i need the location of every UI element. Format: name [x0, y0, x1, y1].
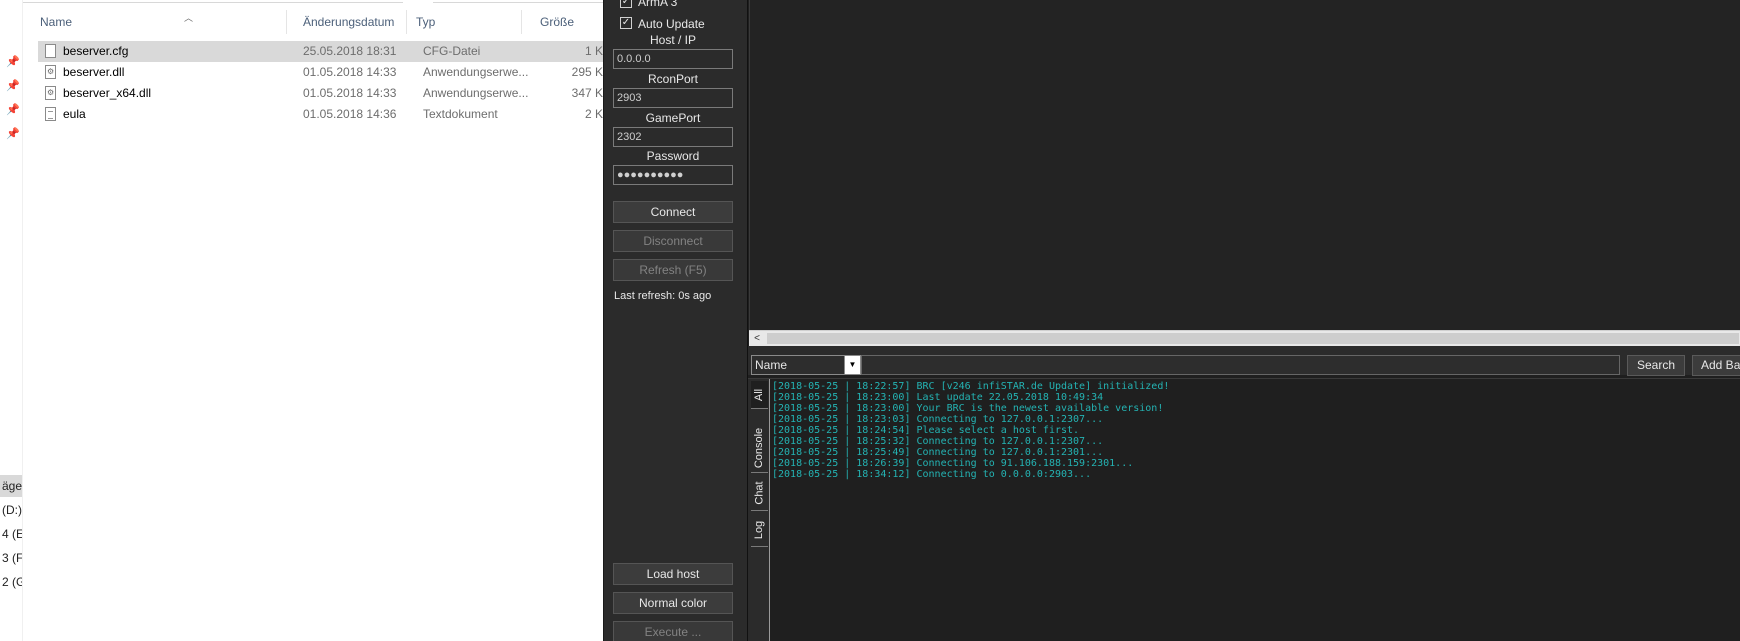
- nav-item-drive[interactable]: 3 (F: [0, 547, 22, 569]
- column-type[interactable]: Typ: [410, 10, 522, 34]
- tab-console-label: Console: [753, 427, 766, 468]
- tab-console[interactable]: Console: [751, 423, 768, 473]
- file-date: 25.05.2018 18:31: [303, 44, 397, 58]
- file-row[interactable]: eula 01.05.2018 14:36 Textdokument 2 K: [38, 104, 603, 125]
- search-field-select[interactable]: Name ▼: [751, 355, 861, 375]
- file-row[interactable]: beserver.dll 01.05.2018 14:33 Anwendungs…: [38, 62, 603, 83]
- pin-icon[interactable]: 📌: [6, 104, 20, 116]
- nav-item-drive[interactable]: 2 (G: [0, 571, 22, 593]
- file-date: 01.05.2018 14:33: [303, 86, 397, 100]
- tab-log[interactable]: Log: [751, 513, 768, 547]
- password-field[interactable]: ●●●●●●●●●●: [613, 165, 733, 185]
- file-name: eula: [63, 107, 86, 121]
- log-line: [2018-05-25 | 18:23:00] Last update 22.0…: [772, 392, 1104, 403]
- nav-item-drive[interactable]: 4 (E: [0, 523, 22, 545]
- auto-update-label: Auto Update: [638, 17, 705, 31]
- normal-color-button[interactable]: Normal color: [613, 592, 733, 614]
- search-button[interactable]: Search: [1627, 355, 1685, 376]
- file-name: beserver.dll: [63, 65, 125, 79]
- load-host-button[interactable]: Load host: [613, 563, 733, 585]
- tab-all-label: All: [753, 388, 766, 401]
- nav-item-drive[interactable]: äger: [0, 475, 22, 497]
- file-size: 1 K: [584, 44, 603, 58]
- file-type: CFG-Datei: [423, 44, 481, 58]
- navigation-pane: 📌 📌 📌 📌 äger (D:) 4 (E 3 (F 2 (G: [0, 0, 23, 641]
- file-name: beserver_x64.dll: [63, 86, 152, 100]
- log-line: [2018-05-25 | 18:34:12] Connecting to 0.…: [772, 469, 1092, 480]
- log-line: [2018-05-25 | 18:22:57] BRC [v246 infiST…: [772, 381, 1170, 392]
- add-ban-button[interactable]: Add Ba: [1692, 355, 1740, 376]
- log-output[interactable]: [2018-05-25 | 18:22:57] BRC [v246 infiST…: [772, 381, 1732, 480]
- chevron-down-icon[interactable]: ▼: [844, 356, 860, 374]
- file-row[interactable]: beserver.cfg 25.05.2018 18:31 CFG-Datei …: [38, 41, 603, 62]
- file-type: Anwendungserwe...: [423, 65, 529, 79]
- rcon-port-field[interactable]: [613, 88, 733, 108]
- host-label: Host / IP: [649, 33, 696, 47]
- log-line: [2018-05-25 | 18:26:39] Connecting to 91…: [772, 458, 1134, 469]
- player-list[interactable]: [749, 0, 1740, 330]
- game-checkbox[interactable]: ✓: [620, 0, 632, 8]
- file-icon: [45, 44, 56, 58]
- tab-log-label: Log: [753, 520, 766, 539]
- game-checkbox-label: ArmA 3: [638, 0, 678, 9]
- main-area: < Name ▼ Search Add Ba All Console Chat …: [747, 0, 1740, 641]
- search-field-value: Name: [755, 358, 788, 372]
- scroll-thumb[interactable]: [767, 333, 1739, 344]
- game-port-label: GamePort: [645, 111, 701, 125]
- disconnect-button[interactable]: Disconnect: [613, 230, 733, 252]
- column-header: ︿ Name Änderungsdatum Typ Größe: [23, 10, 603, 34]
- column-size[interactable]: Größe: [534, 10, 603, 34]
- file-explorer: 📌 📌 📌 📌 äger (D:) 4 (E 3 (F 2 (G ︿ Name …: [0, 0, 603, 641]
- log-tabs: All Console Chat Log: [748, 379, 770, 641]
- tab-chat[interactable]: Chat: [751, 475, 768, 511]
- splitter[interactable]: [748, 346, 1740, 354]
- log-line: [2018-05-25 | 18:23:03] Connecting to 12…: [772, 414, 1104, 425]
- dll-icon: [45, 86, 56, 100]
- pin-icon[interactable]: 📌: [6, 80, 20, 92]
- search-bar: Name ▼ Search Add Ba: [748, 354, 1740, 376]
- refresh-button[interactable]: Refresh (F5): [613, 259, 733, 281]
- log-line: [2018-05-25 | 18:23:00] Your BRC is the …: [772, 403, 1164, 414]
- log-line: [2018-05-25 | 18:25:32] Connecting to 12…: [772, 436, 1104, 447]
- file-row[interactable]: beserver_x64.dll 01.05.2018 14:33 Anwend…: [38, 83, 603, 104]
- dll-icon: [45, 65, 56, 79]
- address-bar-edge: [23, 0, 403, 3]
- column-date[interactable]: Änderungsdatum: [297, 10, 407, 34]
- rcon-port-label: RconPort: [647, 72, 699, 86]
- file-size: 295 K: [571, 65, 603, 79]
- search-input[interactable]: [861, 355, 1620, 375]
- pin-icon[interactable]: 📌: [6, 56, 20, 68]
- tab-all[interactable]: All: [751, 381, 768, 409]
- horizontal-scrollbar[interactable]: <: [749, 330, 1740, 346]
- toolbar-edge: [23, 0, 603, 4]
- file-name: beserver.cfg: [63, 44, 129, 58]
- file-size: 347 K: [571, 86, 603, 100]
- pin-icon[interactable]: 📌: [6, 128, 20, 140]
- file-type: Anwendungserwe...: [423, 86, 529, 100]
- password-label: Password: [646, 149, 700, 163]
- text-file-icon: [45, 107, 56, 121]
- host-field[interactable]: [613, 49, 733, 69]
- scroll-left-icon[interactable]: <: [749, 331, 765, 346]
- nav-item-drive[interactable]: (D:): [0, 499, 22, 521]
- execute-button[interactable]: Execute ...: [613, 621, 733, 641]
- game-port-field[interactable]: [613, 127, 733, 147]
- log-line: [2018-05-25 | 18:25:49] Connecting to 12…: [772, 447, 1104, 458]
- file-size: 2 K: [584, 107, 603, 121]
- auto-update-checkbox[interactable]: ✓: [620, 17, 632, 29]
- log-line: [2018-05-25 | 18:24:54] Please select a …: [772, 425, 1080, 436]
- search-box-edge: [433, 0, 603, 3]
- log-panel: All Console Chat Log [2018-05-25 | 18:22…: [748, 378, 1740, 641]
- tab-chat-label: Chat: [753, 480, 766, 505]
- connect-button[interactable]: Connect: [613, 201, 733, 223]
- column-name[interactable]: Name: [34, 10, 287, 34]
- file-date: 01.05.2018 14:33: [303, 65, 397, 79]
- file-date: 01.05.2018 14:36: [303, 107, 397, 121]
- connection-panel: ✓ ArmA 3 ✓ Auto Update Host / IP RconPor…: [603, 0, 747, 641]
- file-type: Textdokument: [423, 107, 498, 121]
- last-refresh-status: Last refresh: 0s ago: [614, 290, 712, 302]
